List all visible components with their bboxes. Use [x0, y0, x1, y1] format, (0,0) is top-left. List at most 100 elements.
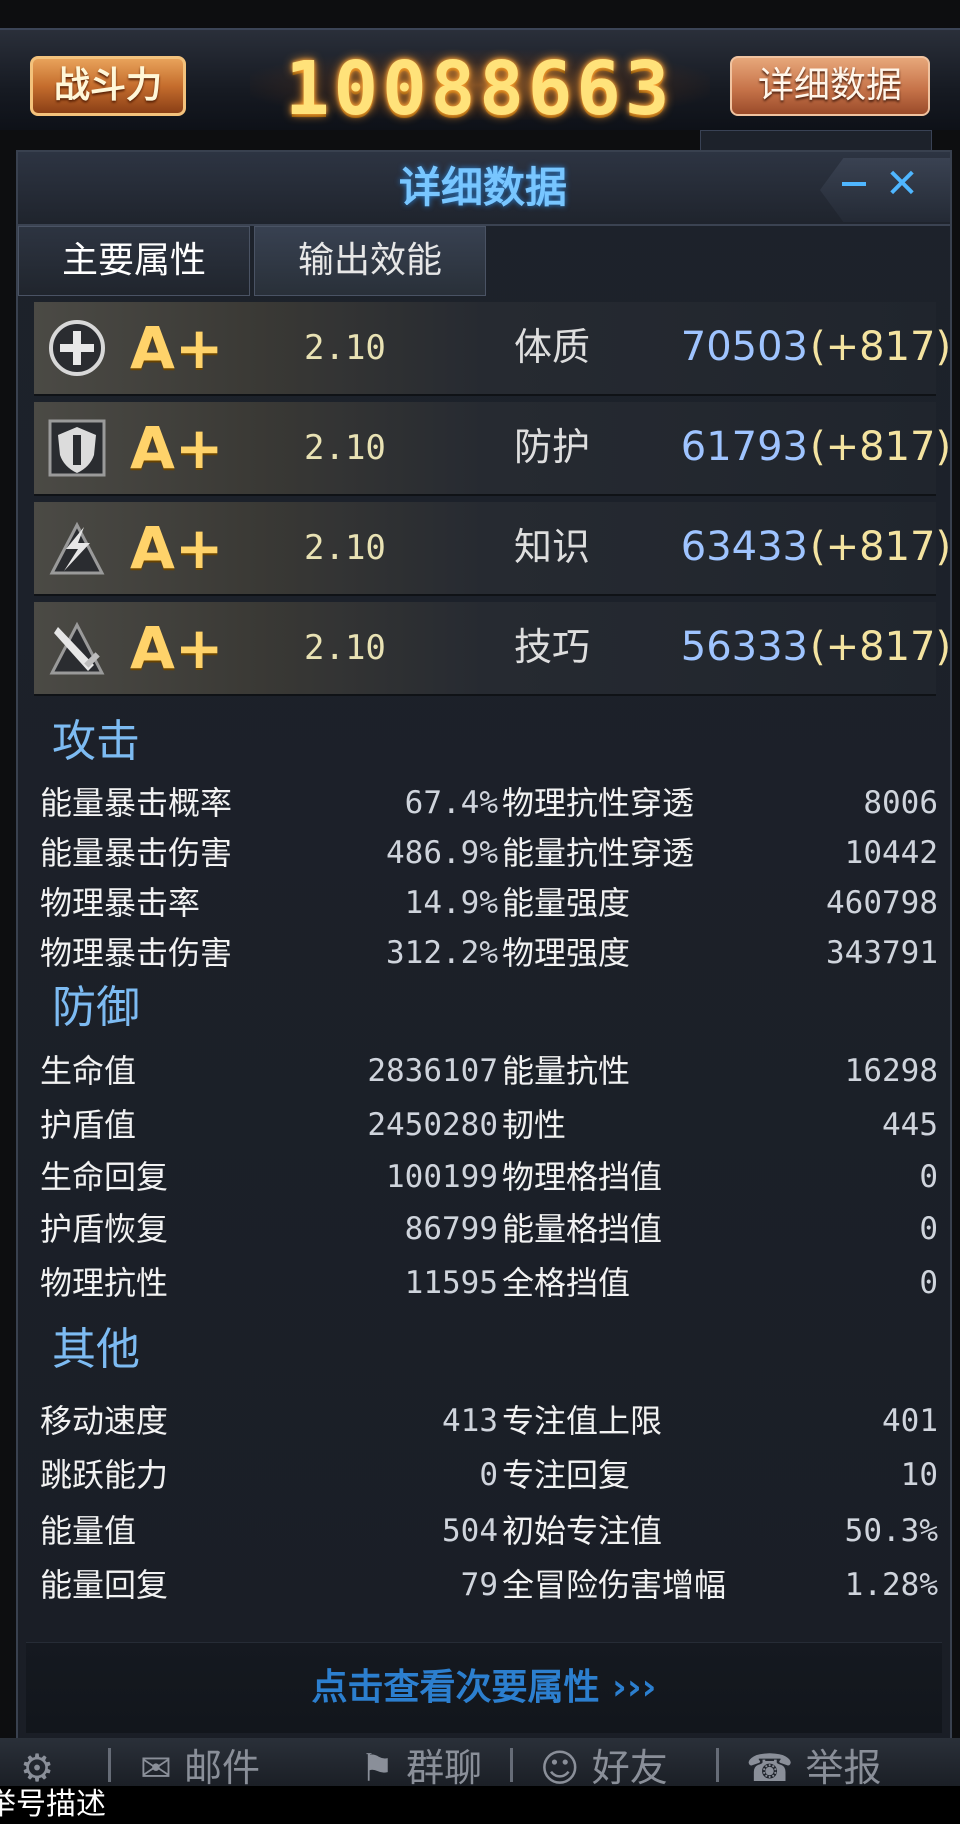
combat-power-label: 战斗力	[30, 56, 186, 116]
group-chat-button[interactable]: ⚑ 群聊	[360, 1738, 500, 1786]
phone-icon: ☎	[746, 1746, 794, 1786]
stat-value: 10	[900, 1457, 938, 1493]
stat-label: 护盾恢复	[40, 1210, 169, 1248]
attribute-grade: A+	[130, 614, 224, 682]
attribute-multiplier: 2.10	[304, 528, 386, 568]
stat-value: 1.28%	[844, 1567, 938, 1603]
attribute-name: 防护	[514, 425, 591, 469]
detail-data-button[interactable]: 详细数据	[730, 56, 930, 116]
stat-label: 生命回复	[40, 1158, 169, 1196]
stat-value: 0	[919, 1265, 938, 1301]
caption-text: 举号描述	[0, 1786, 960, 1824]
mail-label: 邮件	[183, 1746, 260, 1786]
attribute-row-constitution: A+ 2.10 体质 70503 (+817)	[34, 302, 951, 396]
attribute-grade: A+	[130, 514, 224, 582]
attribute-value: 56333	[680, 624, 808, 670]
stat-label: 生命值	[40, 1052, 137, 1090]
stat-label: 物理暴击伤害	[40, 934, 233, 972]
stat-value: 100199	[386, 1159, 498, 1195]
mail-icon: ✉	[140, 1746, 172, 1786]
stat-value: 79	[460, 1567, 498, 1603]
stat-label: 移动速度	[40, 1402, 169, 1440]
attribute-multiplier: 2.10	[304, 628, 386, 668]
attribute-row-protection: A+ 2.10 防护 61793 (+817)	[34, 402, 951, 496]
combat-power-value: 10088663	[285, 46, 674, 132]
attribute-multiplier: 2.10	[304, 428, 386, 468]
friends-button[interactable]: ☺ 好友	[540, 1738, 700, 1786]
caption-label: 举号描述	[0, 1787, 106, 1822]
stat-value: 312.2%	[386, 935, 498, 971]
section-title-attack: 攻击	[52, 716, 140, 767]
attribute-name: 知识	[514, 525, 591, 569]
stat-value: 2836107	[367, 1053, 498, 1089]
stat-value: 8006	[863, 785, 938, 821]
stat-value: 401	[882, 1403, 938, 1439]
detail-panel: 详细数据 ✕ 主要属性 输出效能 A+ 2.10 体质 70503 (+817)…	[16, 150, 952, 1750]
shield-icon	[44, 416, 110, 480]
flag-icon: ⚑	[360, 1746, 395, 1786]
friends-icon: ☺	[540, 1746, 580, 1786]
attribute-name: 体质	[514, 325, 591, 369]
attribute-bonus: (+817)	[810, 424, 952, 470]
lightning-icon	[44, 516, 110, 580]
tab-main-attributes[interactable]: 主要属性	[18, 226, 250, 296]
stat-value: 14.9%	[404, 885, 498, 921]
stat-label: 能量暴击伤害	[40, 834, 233, 872]
attribute-grade: A+	[130, 314, 224, 382]
tab-output-efficiency[interactable]: 输出效能	[254, 226, 486, 296]
attribute-row-knowledge: A+ 2.10 知识 63433 (+817)	[34, 502, 951, 596]
panel-title: 详细数据	[398, 163, 567, 212]
stat-value: 504	[442, 1513, 498, 1549]
nav-divider	[510, 1748, 513, 1782]
settings-icon[interactable]: ⚙	[20, 1738, 90, 1786]
stat-label: 能量值	[40, 1512, 137, 1550]
plus-icon	[44, 316, 110, 380]
bottom-nav: ⚙ ✉ 邮件 ⚑ 群聊 ☺ 好友 ☎ 举报	[0, 1738, 960, 1786]
attribute-bonus: (+817)	[810, 624, 952, 670]
attribute-value: 61793	[680, 424, 808, 470]
stat-value: 445	[882, 1107, 938, 1143]
stat-label: 物理抗性	[40, 1264, 169, 1302]
stat-value: 16298	[844, 1053, 938, 1089]
stat-label: 跳跃能力	[40, 1456, 169, 1494]
view-secondary-attributes-link[interactable]: 点击查看次要属性 ›››	[26, 1642, 942, 1733]
stat-label: 护盾值	[40, 1106, 137, 1144]
attribute-bonus: (+817)	[810, 524, 952, 570]
stat-value: 10442	[844, 835, 938, 871]
attribute-multiplier: 2.10	[304, 328, 386, 368]
panel-title-bar: 详细数据 ✕	[18, 152, 950, 226]
attribute-bonus: (+817)	[810, 324, 952, 370]
stat-value: 11595	[404, 1265, 498, 1301]
mail-button[interactable]: ✉ 邮件	[140, 1738, 340, 1786]
section-title-defense: 防御	[52, 982, 140, 1033]
stat-value: 67.4%	[404, 785, 498, 821]
close-icon[interactable]: ✕	[876, 162, 928, 206]
stat-value: 0	[919, 1211, 938, 1247]
group-chat-label: 群聊	[406, 1746, 483, 1786]
tab-bar: 主要属性 输出效能	[18, 226, 950, 300]
attribute-value: 63433	[680, 524, 808, 570]
stat-value: 0	[919, 1159, 938, 1195]
stat-value: 460798	[826, 885, 938, 921]
nav-divider	[108, 1748, 111, 1782]
sword-icon	[44, 616, 110, 680]
stat-value: 50.3%	[844, 1513, 938, 1549]
attribute-value: 70503	[680, 324, 808, 370]
report-label: 举报	[805, 1746, 882, 1786]
stat-value: 486.9%	[386, 835, 498, 871]
stat-label: 能量暴击概率	[40, 784, 233, 822]
attribute-grade: A+	[130, 414, 224, 482]
stat-value: 86799	[404, 1211, 498, 1247]
stat-label: 能量回复	[40, 1566, 169, 1604]
section-title-other: 其他	[52, 1324, 140, 1375]
attribute-row-skill: A+ 2.10 技巧 56333 (+817)	[34, 602, 951, 696]
attribute-name: 技巧	[514, 625, 591, 669]
report-button[interactable]: ☎ 举报	[746, 1738, 926, 1786]
combat-power-bar: 战斗力 10088663 详细数据	[0, 28, 960, 132]
stat-value: 343791	[826, 935, 938, 971]
stat-value: 413	[442, 1403, 498, 1439]
stat-value: 0	[479, 1457, 498, 1493]
nav-divider	[716, 1748, 719, 1782]
friends-label: 好友	[591, 1746, 668, 1786]
close-decor-line	[842, 182, 866, 186]
